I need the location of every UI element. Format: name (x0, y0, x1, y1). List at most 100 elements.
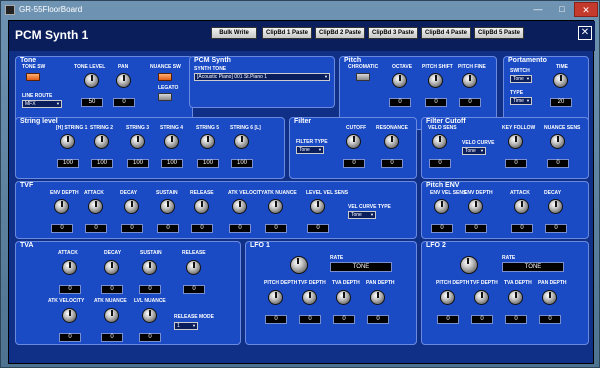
cutoff-knob[interactable] (346, 134, 361, 149)
lfo2-section: LFO 2 RATE TONE PITCH DEPTH 0 TVF DEPTH 0 TV… (421, 241, 589, 345)
porta-type-dropdown[interactable]: Time (510, 97, 532, 105)
pitch-fine-value: 0 (459, 98, 481, 107)
nuance-sens-knob[interactable] (550, 134, 565, 149)
tva-lvl-nuance-knob[interactable] (142, 308, 157, 323)
tvf-knob-3[interactable] (124, 199, 139, 214)
tvf-knob-2[interactable] (88, 199, 103, 214)
vel-curve-type-dropdown[interactable]: Tone (348, 211, 376, 219)
resonance-knob[interactable] (384, 134, 399, 149)
maximize-button[interactable]: □ (550, 2, 574, 17)
minimize-button[interactable]: — (526, 2, 550, 17)
tva-sustain-knob[interactable] (142, 260, 157, 275)
tvf-value-2: 0 (85, 224, 107, 233)
lfo2-rate-display: TONE (502, 262, 564, 272)
octave-knob[interactable] (392, 73, 407, 88)
pitch-env-knob-3[interactable] (514, 199, 529, 214)
lfo2-depth-knob-4[interactable] (542, 290, 557, 305)
lfo2-depth-knob-3[interactable] (508, 290, 523, 305)
line-route-dropdown[interactable]: MFX (22, 100, 62, 108)
lfo1-depth-knob-3[interactable] (336, 290, 351, 305)
porta-time-knob[interactable] (553, 73, 568, 88)
filter-type-dropdown[interactable]: Tone (296, 146, 324, 154)
pitch-env-label-1: ENV VEL SENS (430, 190, 467, 196)
velo-curve-dropdown[interactable]: Tone (462, 147, 486, 155)
section-title: Pitch (344, 57, 362, 64)
window-titlebar[interactable]: GR-55FloorBoard (1, 1, 600, 19)
tvf-value-3: 0 (121, 224, 143, 233)
key-follow-knob[interactable] (508, 134, 523, 149)
lfo2-depth-value-4: 0 (539, 315, 561, 324)
pitch-env-knob-4[interactable] (548, 199, 563, 214)
pitch-env-value-4: 0 (545, 224, 567, 233)
pitch-env-label-3: ATTACK (510, 190, 530, 196)
clipboard-5-paste-button[interactable]: ClipBd 5 Paste (474, 27, 524, 39)
lfo1-depth-label-4: PAN DEPTH (366, 280, 395, 286)
panel-header: PCM Synth 1 Bulk Write ClipBd 1 Paste Cl… (9, 21, 595, 51)
pan-knob[interactable] (116, 73, 131, 88)
string-value-2: 100 (91, 159, 113, 168)
tone-sw-toggle[interactable] (26, 73, 40, 81)
lfo2-depth-value-2: 0 (471, 315, 493, 324)
clipboard-2-paste-button[interactable]: ClipBd 2 Paste (315, 27, 365, 39)
pitch-fine-knob[interactable] (462, 73, 477, 88)
string-knob-4[interactable] (164, 134, 179, 149)
tvf-knob-8[interactable] (310, 199, 325, 214)
lfo2-depth-knob-1[interactable] (440, 290, 455, 305)
string-knob-1[interactable] (60, 134, 75, 149)
lfo1-depth-knob-1[interactable] (268, 290, 283, 305)
lfo1-rate-knob[interactable] (290, 256, 308, 274)
window-close-button[interactable]: ✕ (574, 2, 598, 17)
legato-label: LEGATO (158, 85, 179, 91)
tone-level-knob[interactable] (84, 73, 99, 88)
string-label-6: STRING 6 [L] (230, 125, 261, 131)
string-knob-3[interactable] (130, 134, 145, 149)
panel-close-button[interactable]: ✕ (578, 26, 592, 40)
tva-attack-knob[interactable] (62, 260, 77, 275)
pitch-env-knob-1[interactable] (434, 199, 449, 214)
tvf-knob-5[interactable] (194, 199, 209, 214)
pan-value: 0 (113, 98, 135, 107)
legato-toggle[interactable] (158, 93, 172, 101)
chromatic-toggle[interactable] (356, 73, 370, 81)
lfo2-depth-knob-2[interactable] (474, 290, 489, 305)
lfo1-depth-knob-4[interactable] (370, 290, 385, 305)
velo-sens-knob[interactable] (432, 134, 447, 149)
lfo1-depth-knob-2[interactable] (302, 290, 317, 305)
string-knob-6[interactable] (234, 134, 249, 149)
tva-attack-value: 0 (59, 285, 81, 294)
tvf-section: TVF VEL CURVE TYPE Tone ENV DEPTH 0 ATTACK… (15, 181, 417, 239)
release-mode-dropdown[interactable]: 1 (174, 322, 198, 330)
tva-atk-velocity-knob[interactable] (62, 308, 77, 323)
string-label-2: STRING 2 (90, 125, 114, 131)
clipboard-4-paste-button[interactable]: ClipBd 4 Paste (421, 27, 471, 39)
porta-switch-dropdown[interactable]: Tone (510, 75, 532, 83)
tva-release-knob[interactable] (186, 260, 201, 275)
tvf-knob-4[interactable] (160, 199, 175, 214)
synth-tone-dropdown[interactable]: [Acoustic Piano] 001 St.Piano 1 (194, 73, 330, 81)
section-title: LFO 2 (426, 242, 446, 249)
pitch-shift-knob[interactable] (428, 73, 443, 88)
tvf-label-2: ATTACK (84, 190, 104, 196)
clipboard-3-paste-button[interactable]: ClipBd 3 Paste (368, 27, 418, 39)
string-knob-2[interactable] (94, 134, 109, 149)
bulk-write-button[interactable]: Bulk Write (211, 27, 257, 39)
pcm-synth-section: PCM Synth SYNTH TONE [Acoustic Piano] 00… (189, 56, 335, 108)
tva-decay-knob[interactable] (104, 260, 119, 275)
tvf-knob-6[interactable] (232, 199, 247, 214)
string-value-4: 100 (161, 159, 183, 168)
clipboard-1-paste-button[interactable]: ClipBd 1 Paste (262, 27, 312, 39)
tvf-label-7: ATK NUANCE (264, 190, 297, 196)
lfo2-depth-label-2: TVF DEPTH (470, 280, 498, 286)
tva-atk-nuance-knob[interactable] (104, 308, 119, 323)
tvf-knob-7[interactable] (268, 199, 283, 214)
pitch-env-knob-2[interactable] (468, 199, 483, 214)
lfo2-rate-knob[interactable] (460, 256, 478, 274)
tvf-knob-1[interactable] (54, 199, 69, 214)
lfo1-depth-label-3: TVA DEPTH (332, 280, 360, 286)
string-knob-5[interactable] (200, 134, 215, 149)
tva-release-value: 0 (183, 285, 205, 294)
nuance-sens-value: 0 (547, 159, 569, 168)
nuance-sw-toggle[interactable] (158, 73, 172, 81)
tone-level-label: TONE LEVEL (74, 64, 106, 70)
lfo1-rate-label: RATE (330, 255, 344, 261)
